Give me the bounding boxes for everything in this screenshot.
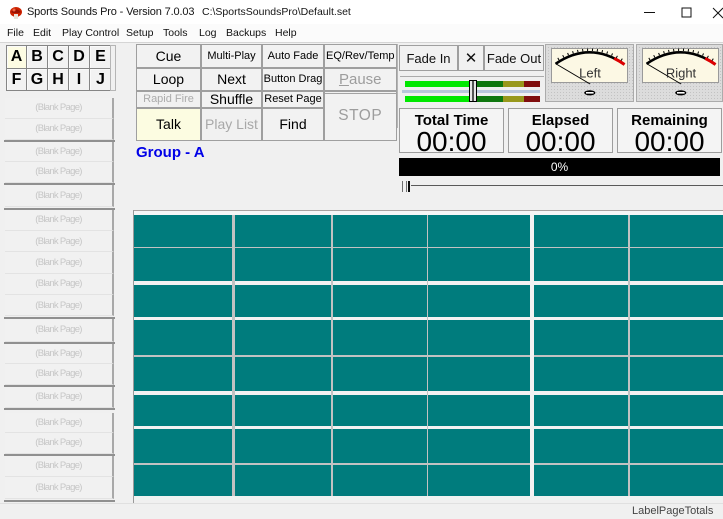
svg-text:Left: Left — [579, 66, 601, 81]
svg-text:Right: Right — [666, 66, 697, 81]
